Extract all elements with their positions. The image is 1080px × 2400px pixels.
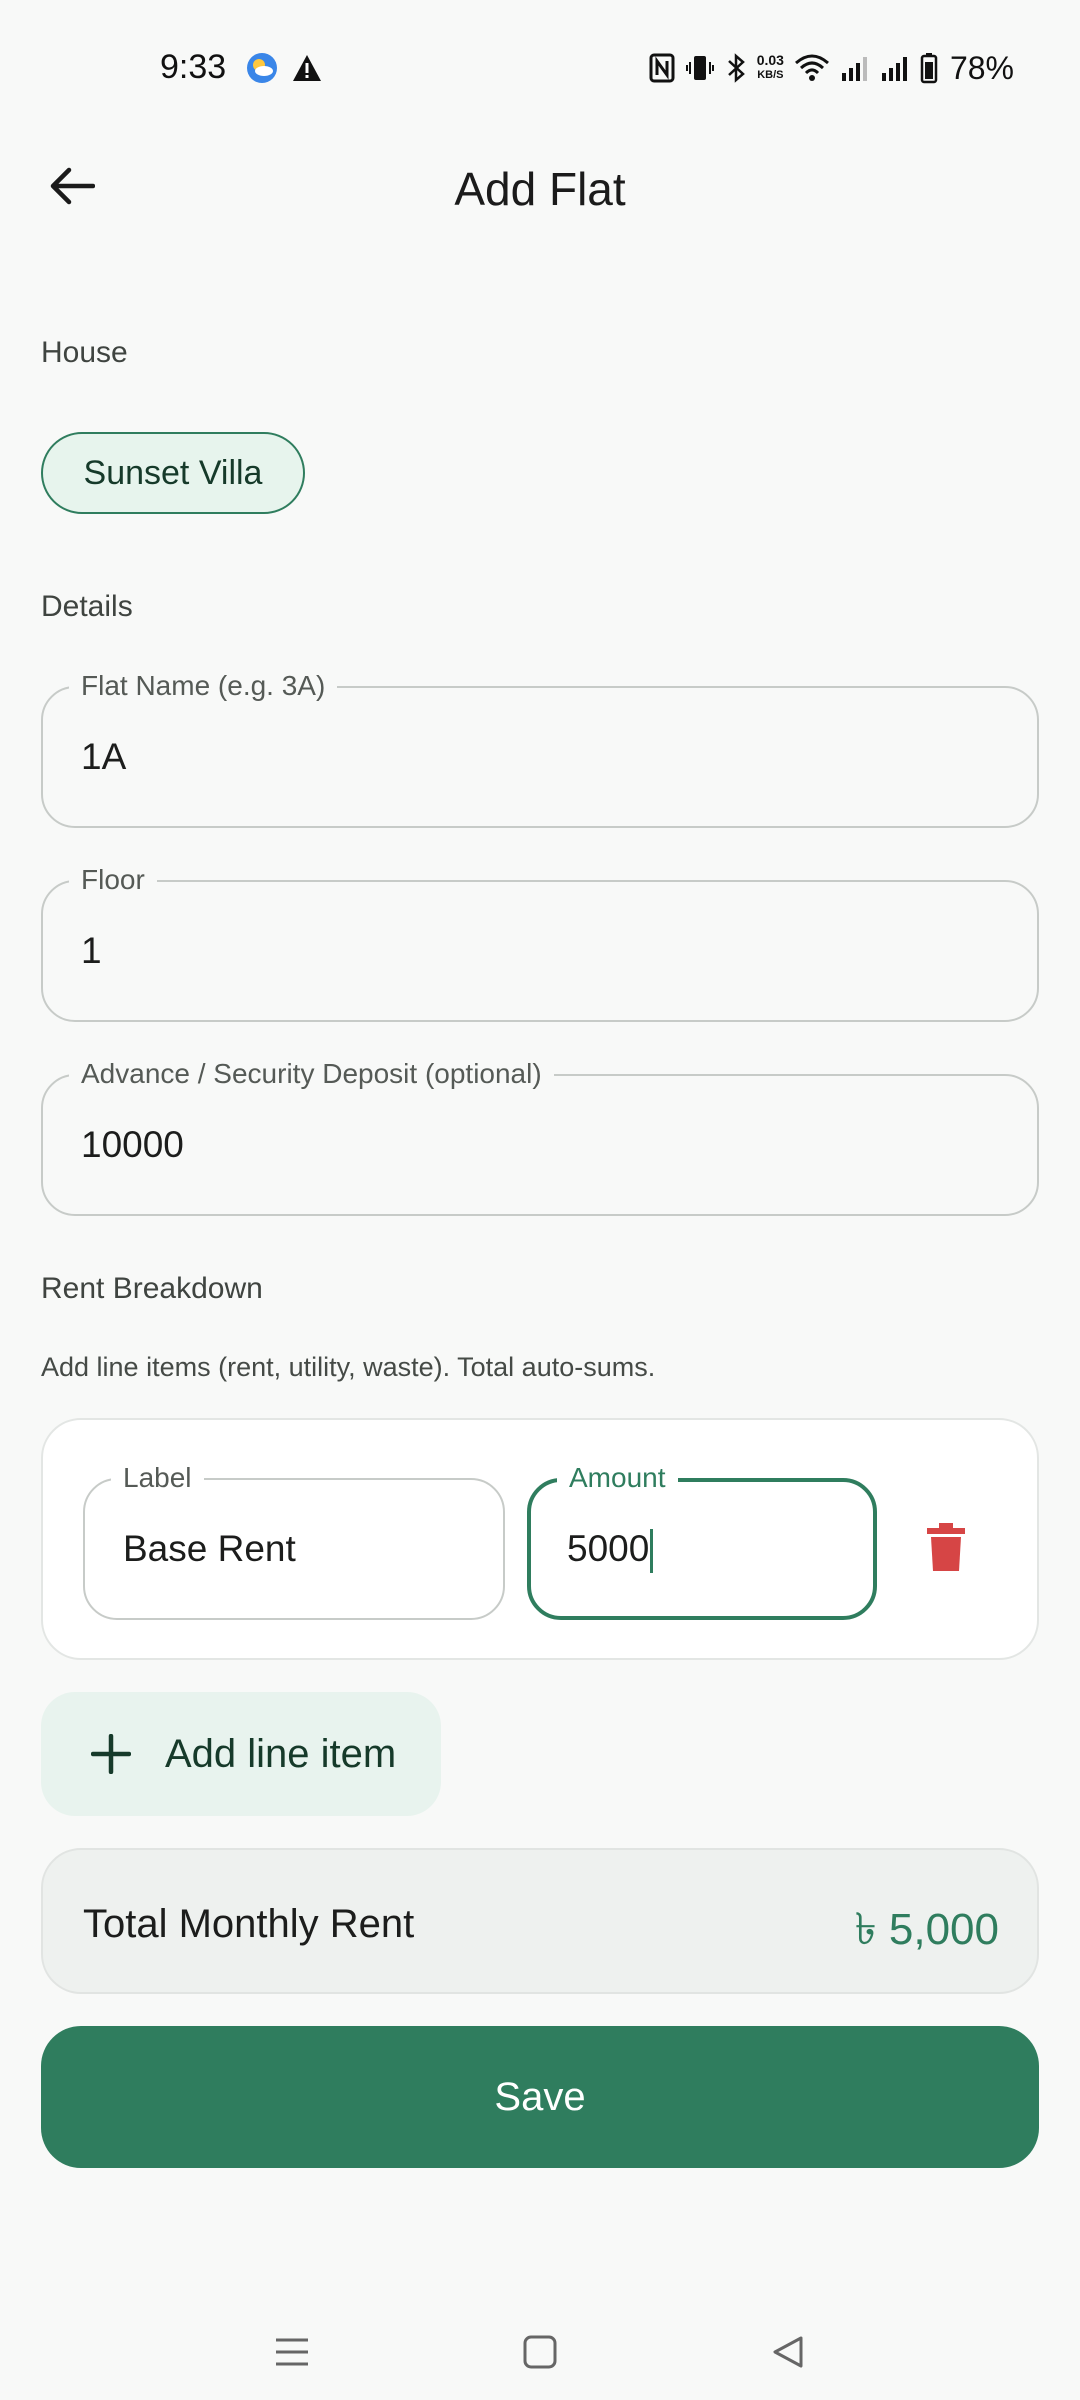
menu-icon (276, 2338, 308, 2366)
back-nav-button[interactable] (758, 2322, 818, 2382)
line-item-amount-field[interactable]: Amount 5000 (527, 1462, 877, 1620)
details-section-label: Details (41, 590, 133, 623)
line-item-amount-value-wrap: 5000 (567, 1528, 654, 1574)
line-item-amount-value: 5000 (567, 1528, 650, 1569)
floor-value: 1 (81, 930, 102, 971)
trash-icon (927, 1523, 965, 1571)
page-title: Add Flat (454, 163, 626, 215)
deposit-field[interactable]: Advance / Security Deposit (optional) 10… (41, 1058, 1039, 1216)
flat-name-label: Flat Name (e.g. 3A) (69, 670, 338, 702)
flat-name-field[interactable]: Flat Name (e.g. 3A) 1A (41, 670, 1039, 828)
warning-icon (293, 55, 321, 81)
wifi-icon (794, 54, 829, 81)
total-card: Total Monthly Rent ৳ 5,000 (41, 1848, 1039, 1994)
status-time: 9:33 (160, 48, 227, 86)
line-item-label-value: Base Rent (123, 1528, 296, 1569)
add-line-item-button[interactable]: Add line item (41, 1692, 441, 1816)
line-item-card: Label Base Rent Amount 5000 (41, 1418, 1039, 1660)
text-cursor (650, 1529, 654, 1574)
delete-line-item-button[interactable] (911, 1512, 981, 1582)
save-button[interactable]: Save (41, 2026, 1039, 2168)
add-line-item-label: Add line item (165, 1731, 397, 1776)
total-label: Total Monthly Rent (83, 1902, 415, 1946)
signal-icon (841, 57, 867, 81)
weather-icon (247, 53, 277, 83)
floor-label: Floor (69, 864, 157, 896)
battery-icon (920, 53, 938, 84)
line-item-label-caption: Label (111, 1462, 204, 1494)
system-nav-bar (0, 2300, 1080, 2400)
triangle-back-icon (773, 2336, 803, 2368)
deposit-label: Advance / Security Deposit (optional) (69, 1058, 554, 1090)
network-speed: 0.03 KB/S (756, 52, 784, 82)
status-icons: 0.03 KB/S 78% (649, 48, 1014, 88)
status-bar: 9:33 0.03 KB/S 78% (0, 0, 1080, 138)
total-value: ৳ 5,000 (854, 1905, 999, 1954)
line-item-label-field[interactable]: Label Base Rent (83, 1462, 505, 1620)
battery-percent: 78% (949, 49, 1014, 86)
nfc-icon (649, 53, 675, 83)
vibrate-icon (685, 56, 714, 80)
signal-icon-2 (881, 57, 907, 81)
floor-field[interactable]: Floor 1 (41, 864, 1039, 1022)
bluetooth-icon (727, 53, 745, 83)
deposit-value: 10000 (81, 1124, 184, 1165)
square-icon (523, 2335, 557, 2369)
house-chip[interactable]: Sunset Villa (41, 432, 305, 514)
rent-breakdown-helper: Add line items (rent, utility, waste). T… (41, 1352, 656, 1382)
line-item-amount-caption: Amount (557, 1462, 678, 1494)
plus-icon (91, 1734, 131, 1774)
rent-breakdown-label: Rent Breakdown (41, 1272, 263, 1305)
home-button[interactable] (510, 2322, 570, 2382)
flat-name-value: 1A (81, 736, 127, 777)
app-bar: Add Flat (0, 138, 1080, 238)
house-section-label: House (41, 336, 128, 369)
recents-button[interactable] (262, 2322, 322, 2382)
